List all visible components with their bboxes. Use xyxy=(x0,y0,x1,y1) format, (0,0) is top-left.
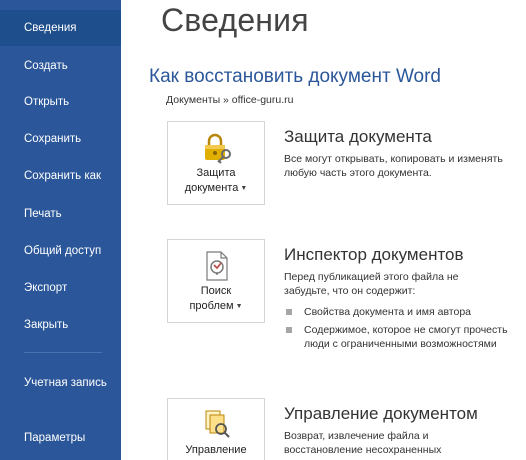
sidebar-item-open[interactable]: Открыть xyxy=(0,84,121,120)
inspect-section-description: Перед публикацией этого файла не забудьт… xyxy=(284,271,459,297)
inspect-button-label-1: Поиск xyxy=(200,285,232,297)
manage-document-button[interactable]: Управление xyxy=(167,398,265,460)
sidebar-item-save[interactable]: Сохранить xyxy=(0,121,121,157)
sidebar-item-export[interactable]: Экспорт xyxy=(0,270,121,306)
protect-document-button[interactable]: Защита документа ▼ xyxy=(167,121,265,205)
list-item: Свойства документа и имя автора xyxy=(284,305,514,319)
list-item: Содержимое, которое не смогут прочесть л… xyxy=(284,323,514,351)
chevron-down-icon: ▼ xyxy=(240,185,248,192)
sidebar-item-share[interactable]: Общий доступ xyxy=(0,233,121,269)
bullet-square-icon xyxy=(286,309,292,315)
sidebar-item-account[interactable]: Учетная запись xyxy=(0,373,110,409)
sidebar-item-save-as[interactable]: Сохранить как xyxy=(0,158,121,194)
info-panel: Сведения Как восстановить документ Word … xyxy=(121,0,526,460)
manage-section-title: Управление документом xyxy=(284,404,478,423)
document-location[interactable]: Документы » office-guru.ru xyxy=(166,94,293,106)
protect-section-title: Защита документа xyxy=(284,127,432,146)
chevron-down-icon: ▼ xyxy=(235,303,243,310)
check-for-issues-button[interactable]: Поиск проблем ▼ xyxy=(167,239,265,323)
sidebar-item-new[interactable]: Создать xyxy=(0,48,121,84)
inspect-button-label-2: проблем ▼ xyxy=(189,300,243,312)
page-title: Сведения xyxy=(161,2,309,38)
document-title: Как восстановить документ Word xyxy=(149,66,441,87)
bullet-square-icon xyxy=(286,327,292,333)
protect-button-label-2: документа ▼ xyxy=(184,182,248,194)
sidebar-item-options[interactable]: Параметры xyxy=(0,420,121,456)
protect-section-description: Все могут открывать, копировать и изменя… xyxy=(284,153,503,179)
backstage-sidebar: Сведения Создать Открыть Сохранить Сохра… xyxy=(0,0,121,460)
manage-document-icon xyxy=(202,409,232,441)
lock-key-icon xyxy=(202,132,232,164)
protect-button-label-1: Защита xyxy=(196,167,236,179)
sidebar-item-info[interactable]: Сведения xyxy=(0,10,121,46)
inspect-section-title: Инспектор документов xyxy=(284,245,464,264)
inspect-document-icon xyxy=(202,250,232,282)
sidebar-item-print[interactable]: Печать xyxy=(0,196,121,232)
sidebar-item-close[interactable]: Закрыть xyxy=(0,307,121,343)
inspect-bullet-list: Свойства документа и имя автора Содержим… xyxy=(284,305,514,355)
sidebar-divider xyxy=(24,352,102,353)
manage-button-label-1: Управление xyxy=(185,444,247,456)
manage-section-description: Возврат, извлечение файла и восстановлен… xyxy=(284,430,442,456)
